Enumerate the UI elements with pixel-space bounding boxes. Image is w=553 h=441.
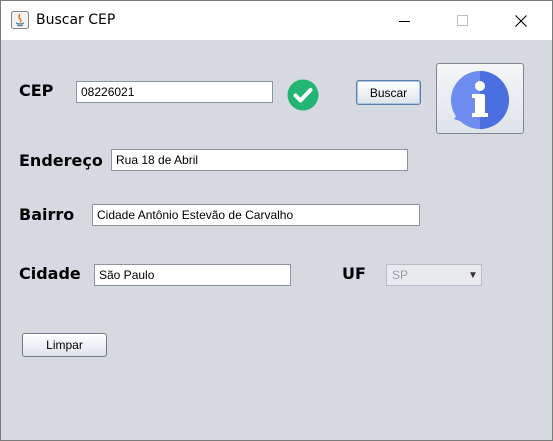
window-title: Buscar CEP	[36, 12, 116, 28]
cidade-input[interactable]	[94, 264, 291, 286]
cep-label: CEP	[19, 81, 54, 100]
close-icon	[515, 14, 527, 27]
uf-select[interactable]: SP ▼	[386, 264, 482, 286]
cidade-label: Cidade	[19, 264, 81, 283]
uf-label: UF	[342, 264, 366, 283]
title-bar: Buscar CEP	[1, 1, 552, 40]
form-panel: CEP Buscar Endereço	[1, 41, 552, 440]
java-icon	[11, 11, 29, 29]
clear-button[interactable]: Limpar	[22, 333, 107, 357]
search-button[interactable]: Buscar	[356, 80, 421, 105]
info-icon	[446, 67, 512, 131]
endereco-label: Endereço	[19, 151, 103, 170]
cep-input[interactable]	[76, 81, 273, 103]
bairro-input[interactable]	[92, 204, 420, 226]
info-button[interactable]	[436, 63, 524, 134]
minimize-icon	[399, 20, 410, 22]
uf-select-value: SP	[392, 268, 409, 282]
close-button[interactable]	[492, 1, 550, 40]
maximize-button[interactable]	[434, 1, 492, 40]
endereco-input[interactable]	[111, 149, 408, 171]
app-window: Buscar CEP CEP Buscar	[0, 0, 553, 441]
maximize-icon	[457, 14, 468, 26]
chevron-down-icon: ▼	[468, 269, 478, 281]
bairro-label: Bairro	[19, 205, 75, 224]
minimize-button[interactable]	[376, 1, 434, 40]
check-circle-icon	[287, 79, 319, 111]
